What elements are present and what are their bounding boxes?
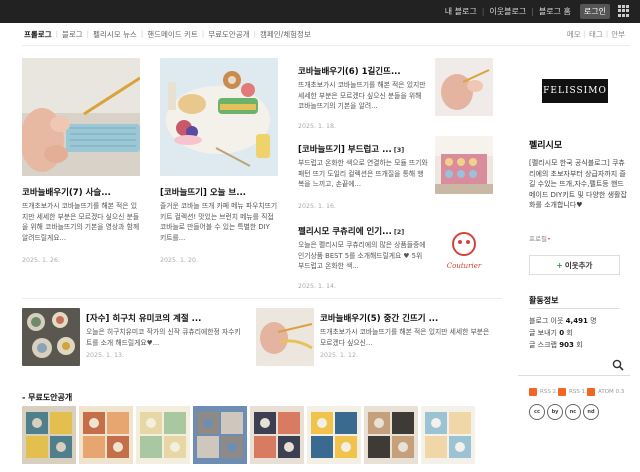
pattern-thumbnail[interactable] <box>193 406 247 464</box>
post-thumbnail[interactable] <box>256 308 314 366</box>
apps-grid-icon[interactable] <box>618 5 630 17</box>
post-title[interactable]: 코바늘배우기(5) 중간 긴뜨기 ... <box>320 312 490 324</box>
post-excerpt: 부드럽고 온화한 색으로 연결하는 모듈 뜨기와 패턴 뜨기 도일리 컬렉션은 … <box>298 159 428 188</box>
plus-icon: + <box>556 260 563 270</box>
blog-nav: 프롤로그 | 블로그 | 펠리시모 뉴스 | 핸드메이드 키트 | 무료도안공개… <box>22 27 315 41</box>
post-excerpt: 오늘은 펠리시모 쿠츄리에의 많은 상품들중에 인기상품 BEST 5를 소개해… <box>298 241 426 270</box>
post-thumbnail[interactable] <box>435 58 493 116</box>
nav-item-campaign[interactable]: 캠페인/체험정보 <box>256 29 315 40</box>
rss-icon <box>558 388 566 396</box>
top-bar: 내 블로그 | 이웃블로그 | 블로그 홈 로그인 <box>0 0 640 23</box>
post-excerpt: 뜨개초보가시 코바늘뜨기를 해본 적은 있지만 세세한 부분은 모르겠다 싶으신… <box>22 202 140 242</box>
post-excerpt: 뜨개초보가시 코바늘뜨기를 해본 적은 있지만 세세한 부분은 모르겠다 싶으신… <box>298 81 426 110</box>
rss-2-link[interactable]: RSS 2.0 <box>529 388 561 396</box>
nd-icon: nd <box>583 404 599 420</box>
pattern-thumbnail[interactable] <box>364 406 418 464</box>
nav-item-handmade-kit[interactable]: 핸드메이드 키트 <box>143 29 202 40</box>
add-neighbor-button[interactable]: + 이웃추가 <box>529 255 620 275</box>
pattern-thumbnail[interactable] <box>250 406 304 464</box>
nc-icon: nc <box>565 404 581 420</box>
post-date: 2025. 1. 16. <box>298 203 337 210</box>
divider <box>22 45 630 46</box>
search-input[interactable] <box>518 358 608 374</box>
stat-posts-sent: 글 보내기 0 회 <box>529 329 573 337</box>
pattern-thumbnail[interactable] <box>307 406 361 464</box>
creative-commons-badge[interactable]: cc by nc nd <box>529 404 601 420</box>
small-post-2[interactable]: 코바늘배우기(5) 중간 긴뜨기 ... 뜨개초보가시 코바늘뜨기를 해본 적은… <box>256 308 496 370</box>
blog-owner-name: 펠리시모 <box>529 141 563 151</box>
activity-heading: 활동정보 <box>529 296 559 305</box>
list-post-1[interactable]: 코바늘배우기(6) 1길긴뜨... 뜨개초보가시 코바늘뜨기를 해본 적은 있지… <box>298 58 494 134</box>
post-excerpt: 오늘은 히구치유미코 작가의 신작 큐츄리에한정 자수키트를 소개 해드릴게요♥… <box>86 328 241 347</box>
blog-description: [펠리시모 한국 공식블로그] 쿠츄리에의 초보자부터 상급자까지 즐길 수있는… <box>529 159 627 209</box>
post-title[interactable]: 코바늘배우기(6) 1길긴뜨... <box>298 65 428 77</box>
divider <box>22 298 502 299</box>
post-title[interactable]: [코바늘뜨기] 부드럽고 ... [3] <box>298 143 428 155</box>
neighbor-blog-link[interactable]: 이웃블로그 <box>484 6 531 17</box>
cc-icon: cc <box>529 404 545 420</box>
felissimo-logo[interactable]: FELISSIMO <box>542 79 608 103</box>
rss-icon <box>529 388 537 396</box>
divider <box>529 308 619 309</box>
post-title[interactable]: [코바늘뜨기] 오늘 브... <box>160 186 278 198</box>
list-post-3[interactable]: 펠리시모 쿠츄리에 인기... [2] 오늘은 펠리시모 쿠츄리에의 많은 상품들… <box>298 222 494 294</box>
blog-home-link[interactable]: 블로그 홈 <box>534 6 576 17</box>
pattern-thumbnail[interactable] <box>421 406 475 464</box>
featured-post-2[interactable]: [코바늘뜨기] 오늘 브... 즐거운 코바늘 뜨개 카페 메뉴 파우치뜨기 키… <box>160 58 278 268</box>
atom-link[interactable]: ATOM 0.3 <box>587 388 624 396</box>
small-post-1[interactable]: [자수] 히구치 유미코의 계절 ... 오늘은 히구치유미코 작가의 신작 큐… <box>22 308 252 370</box>
memo-link[interactable]: 메모 <box>564 29 584 40</box>
nav-item-free-patterns[interactable]: 무료도안공개 <box>204 29 253 40</box>
post-title[interactable]: [자수] 히구치 유미코의 계절 ... <box>86 312 246 324</box>
post-excerpt: 즐거운 코바늘 뜨개 카페 메뉴 파우치뜨기 키트 컬렉션! 맛있는 브런치 메… <box>160 202 278 242</box>
by-icon: by <box>547 404 563 420</box>
post-date: 2025. 1. 18. <box>298 123 337 130</box>
post-thumbnail[interactable] <box>22 308 80 366</box>
free-patterns-heading: - 무료도안공개 <box>22 393 73 402</box>
nav-item-blog[interactable]: 블로그 <box>58 29 87 40</box>
profile-link[interactable]: 프로필• <box>529 233 551 243</box>
sub-nav: 메모 | 태그 | 안부 <box>564 27 628 41</box>
login-button[interactable]: 로그인 <box>579 4 610 19</box>
tag-link[interactable]: 태그 <box>586 29 606 40</box>
list-post-2[interactable]: [코바늘뜨기] 부드럽고 ... [3] 부드럽고 온화한 색으로 연결하는 모듈… <box>298 136 494 216</box>
featured-post-1[interactable]: 코바늘배우기(7) 사슬... 뜨개초보가시 코바늘뜨기를 해본 적은 있지만 … <box>22 58 140 268</box>
post-date: 2025. 1. 20. <box>160 257 199 264</box>
post-title[interactable]: 코바늘배우기(7) 사슬... <box>22 186 140 198</box>
rss-icon <box>587 388 595 396</box>
nav-item-prologue[interactable]: 프롤로그 <box>22 29 56 40</box>
post-title[interactable]: 펠리시모 쿠츄리에 인기... [2] <box>298 225 428 237</box>
pattern-thumbnail[interactable] <box>22 406 76 464</box>
post-date: 2025. 1. 12. <box>320 352 359 359</box>
svg-text:Couturier: Couturier <box>447 262 482 270</box>
stat-neighbors: 블로그 이웃 4,491 명 <box>529 317 597 325</box>
post-thumbnail[interactable] <box>160 58 278 176</box>
post-date: 2025. 1. 26. <box>22 257 61 264</box>
stat-scraps: 글 스크랩 903 회 <box>529 341 583 349</box>
pattern-thumbnail[interactable] <box>136 406 190 464</box>
post-date: 2025. 1. 14. <box>298 283 337 290</box>
rss-1-link[interactable]: RSS 1.0 <box>558 388 590 396</box>
top-links: 내 블로그 | 이웃블로그 | 블로그 홈 로그인 <box>440 0 610 23</box>
guestbook-link[interactable]: 안부 <box>608 29 628 40</box>
post-excerpt: 뜨개초보가시 코바늘뜨기를 해본 적은 있지만 세세한 부분은 모르겠다 싶으신… <box>320 328 490 347</box>
post-thumbnail[interactable] <box>22 58 140 176</box>
post-thumbnail[interactable] <box>435 136 493 194</box>
pattern-thumbnail[interactable] <box>79 406 133 464</box>
nav-item-news[interactable]: 펠리시모 뉴스 <box>89 29 141 40</box>
search-icon[interactable] <box>612 359 624 371</box>
couturier-logo[interactable]: Couturier <box>435 224 493 274</box>
blog-search <box>518 356 630 376</box>
my-blog-link[interactable]: 내 블로그 <box>440 6 482 17</box>
post-date: 2025. 1. 13. <box>86 352 125 359</box>
